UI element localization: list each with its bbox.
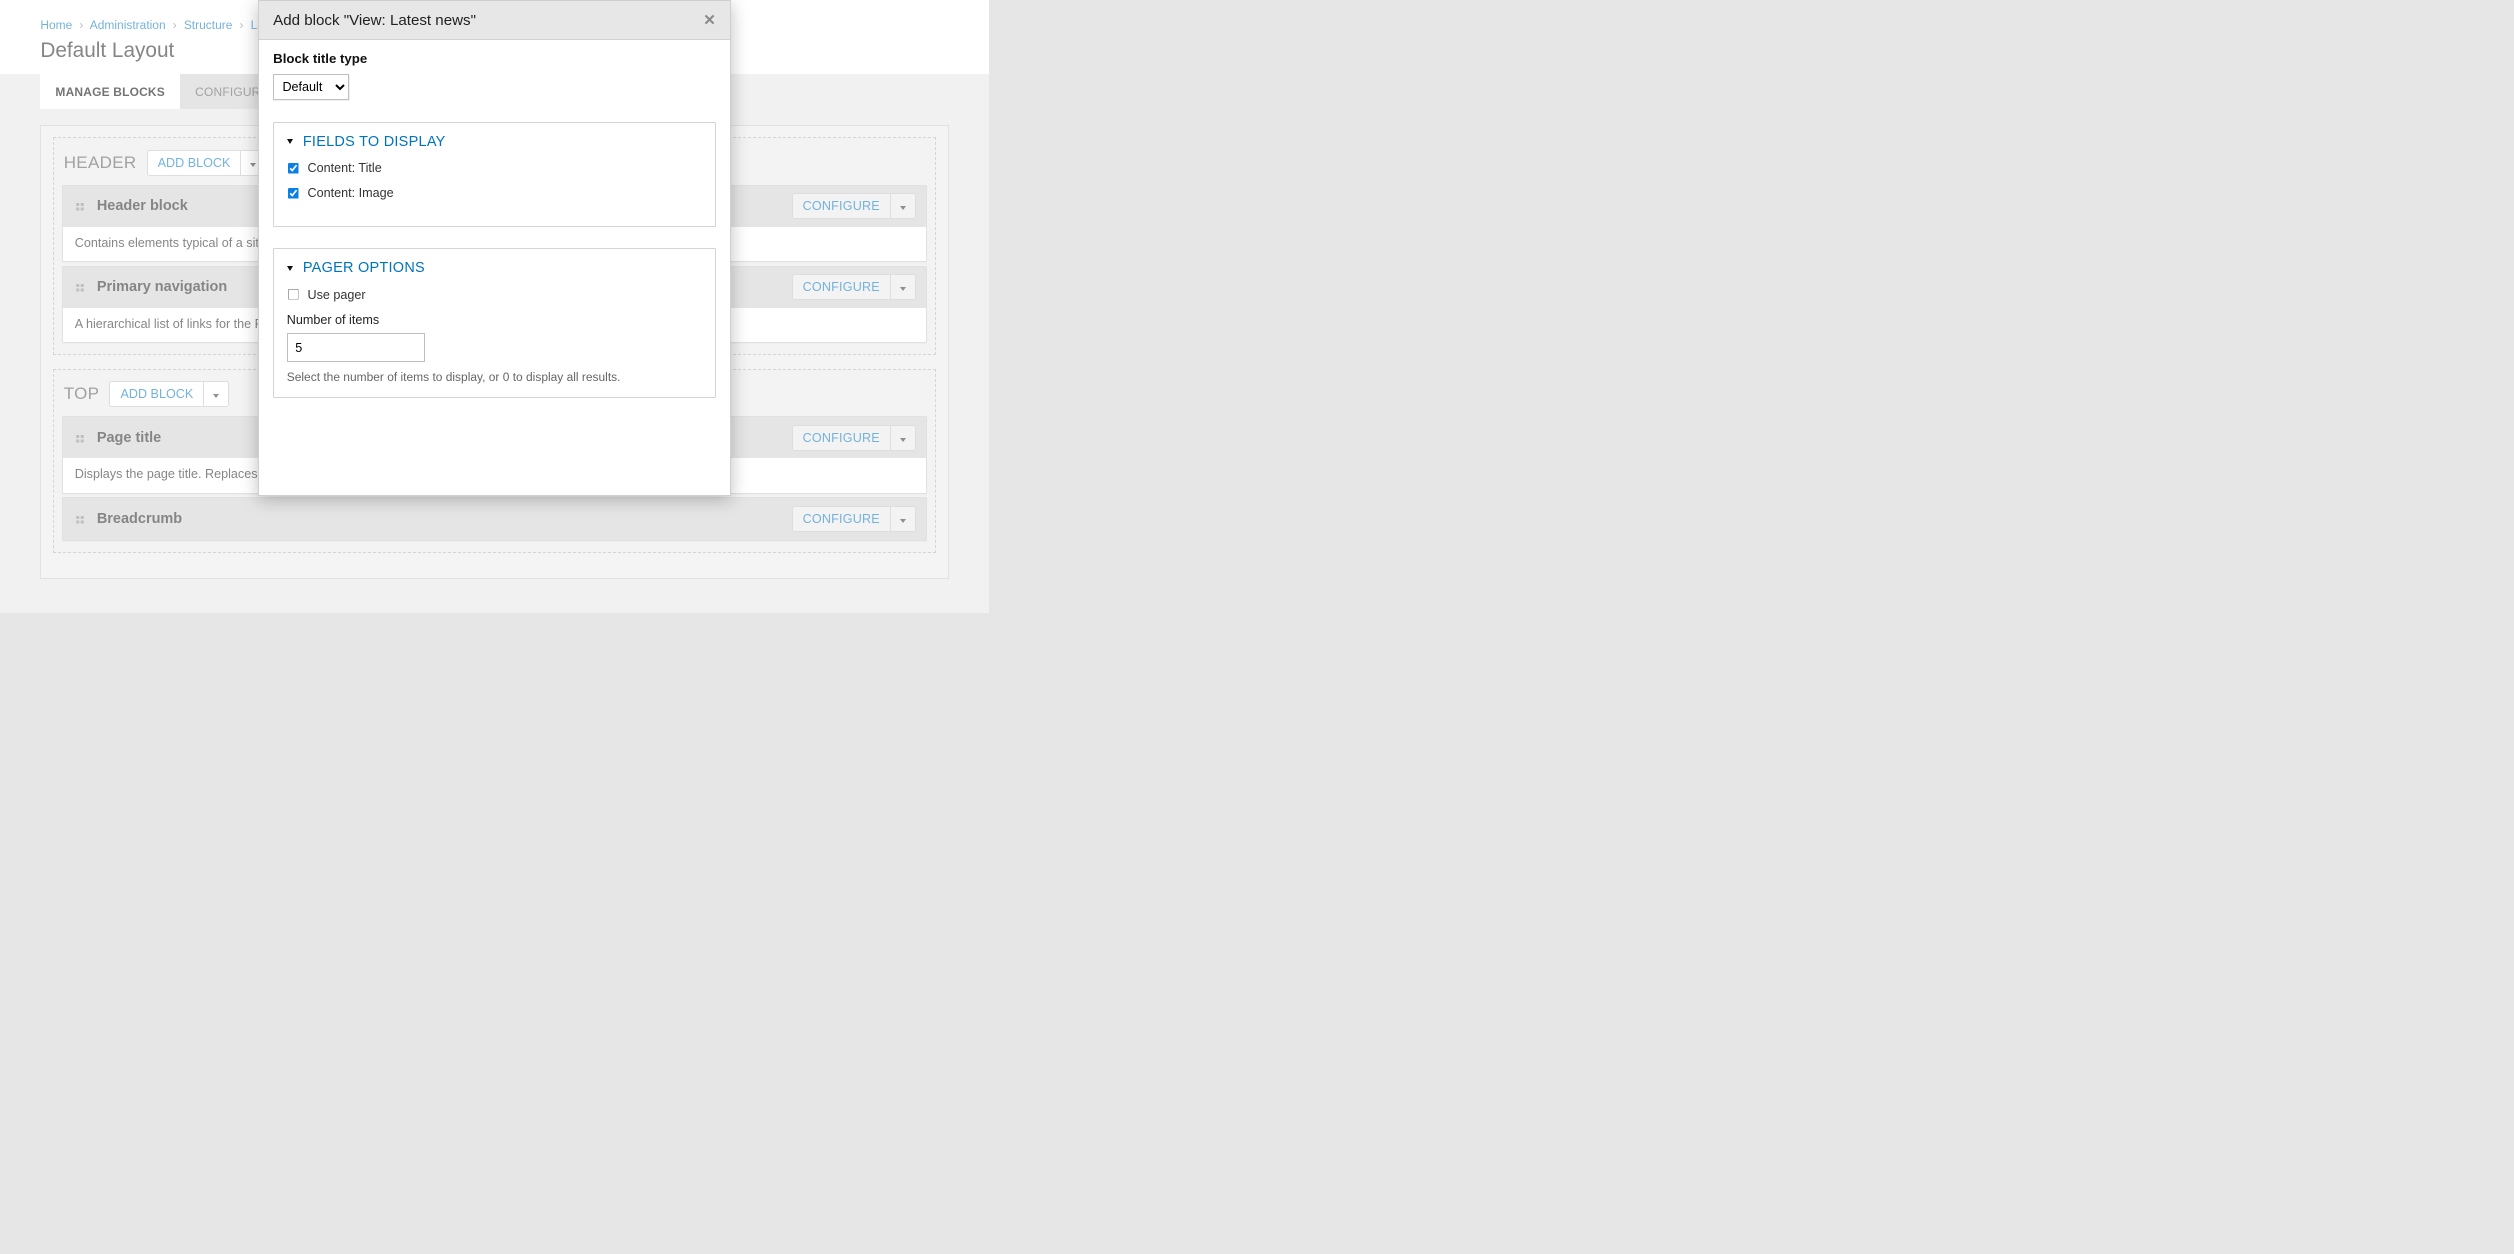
dialog-title: Add block "View: Latest news" [273,12,476,29]
close-icon[interactable]: ✕ [703,11,716,29]
chevron-down-icon [287,266,293,271]
pager-options-toggle[interactable]: PAGER OPTIONS [287,260,703,276]
add-block-dialog: Add block "View: Latest news" ✕ Block ti… [258,0,731,496]
num-items-input[interactable] [287,333,426,362]
pager-options-fieldset: PAGER OPTIONS Use pager Number of items … [273,248,716,398]
field-label: Content: Title [308,161,382,175]
fields-to-display-fieldset: FIELDS TO DISPLAY Content: Title Content… [273,122,716,227]
num-items-label: Number of items [287,313,703,327]
chevron-down-icon [287,139,293,144]
use-pager-checkbox[interactable] [288,289,299,300]
field-label: Content: Image [308,186,394,200]
fields-to-display-toggle[interactable]: FIELDS TO DISPLAY [287,134,703,150]
field-content-title-checkbox[interactable] [288,163,299,174]
block-title-type-select[interactable]: Default [273,74,349,100]
num-items-help: Select the number of items to display, o… [287,370,703,384]
field-content-image-checkbox[interactable] [288,188,299,199]
dialog-body[interactable]: Block title type Default FIELDS TO DISPL… [259,40,730,495]
block-title-type-label: Block title type [273,51,716,66]
use-pager-label: Use pager [308,288,366,302]
